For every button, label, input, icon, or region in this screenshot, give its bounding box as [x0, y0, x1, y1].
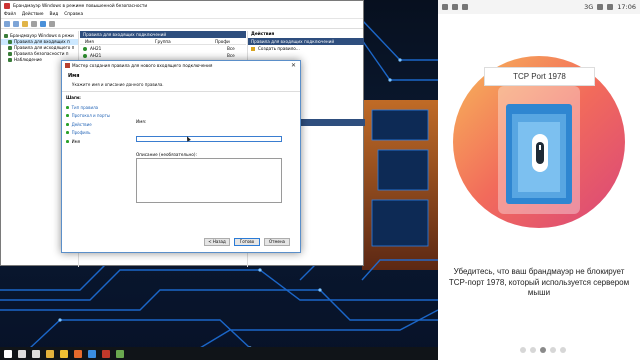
actions-section-header[interactable]: Правила для входящих подключений	[248, 38, 364, 45]
tree-node-icon	[8, 40, 12, 44]
step-bullet-icon	[66, 122, 69, 126]
view-icon[interactable]	[49, 20, 55, 27]
actions-title: Действия	[251, 32, 275, 37]
firewall-app-icon	[4, 3, 10, 9]
taskbar	[0, 347, 438, 360]
menu-file[interactable]: Файл	[4, 12, 16, 17]
step-action[interactable]: Действие	[66, 120, 117, 129]
step-bullet-icon	[66, 114, 69, 118]
app-icon[interactable]	[116, 349, 124, 358]
wizard-steps: Шаги: Тип правила Протокол и порты Дейст…	[62, 93, 117, 254]
back-button[interactable]: < Назад	[204, 238, 230, 246]
finish-button[interactable]: Готово	[234, 238, 260, 246]
folder-icon[interactable]	[60, 349, 68, 358]
tree-node-label: Наблюдение	[14, 57, 43, 62]
forward-arrow-icon[interactable]	[13, 20, 19, 27]
column-profile[interactable]: Профи	[210, 39, 230, 44]
column-headers: Имя Группа Профи	[80, 38, 246, 45]
column-group[interactable]: Группа	[150, 39, 210, 44]
page-dot[interactable]	[560, 347, 566, 353]
tree-node-icon	[8, 52, 12, 56]
firefox-icon[interactable]	[74, 349, 82, 358]
table-row[interactable]: AH21 Все	[80, 52, 246, 59]
wizard-app-icon	[65, 63, 70, 68]
firewall-titlebar[interactable]: Брандмауэр Windows в режиме повышенной б…	[1, 1, 363, 11]
firewall-warning-text: Убедитесь, что ваш брандмауэр не блокиру…	[448, 267, 630, 297]
step-label: Тип правила	[71, 104, 99, 110]
new-rule-wizard-dialog: Мастер создания правила для нового входя…	[61, 60, 301, 253]
firewall-title: Брандмауэр Windows в режиме повышенной б…	[13, 3, 148, 9]
windows-start-icon[interactable]	[4, 349, 12, 358]
phone-device-icon	[498, 86, 580, 214]
wizard-buttons: < Назад Готово Отмена	[204, 238, 290, 246]
rule-profile: Все	[227, 46, 235, 51]
status-bar: 3G 17:06	[438, 0, 640, 14]
step-protocol-ports[interactable]: Протокол и порты	[66, 112, 117, 121]
notification-icon	[462, 4, 468, 10]
toolbar	[1, 19, 363, 29]
name-label: Имя:	[136, 119, 147, 124]
rule-profile: Все	[227, 53, 235, 58]
close-icon[interactable]: ✕	[291, 61, 296, 70]
onboarding-illustration	[453, 56, 625, 228]
page-dot[interactable]	[530, 347, 536, 353]
steps-title: Шаги:	[66, 95, 81, 100]
menu-help[interactable]: Справка	[64, 12, 83, 17]
firewall-icon[interactable]	[102, 349, 110, 358]
step-rule-type[interactable]: Тип правила	[66, 103, 117, 112]
signal-icon	[597, 4, 604, 10]
tree-node-icon	[4, 34, 8, 38]
tcp-port-label: TCP Port 1978	[484, 67, 595, 86]
step-label: Действие	[71, 121, 92, 127]
wizard-subheading: Укажите имя и описание данного правила.	[72, 82, 164, 87]
search-icon[interactable]	[18, 349, 26, 358]
menu-bar: Файл Действие Вид Справка	[1, 11, 363, 19]
network-type: 3G	[584, 3, 594, 11]
wizard-header: Имя Укажите имя и описание данного прави…	[62, 70, 300, 92]
help-icon[interactable]	[40, 20, 46, 27]
properties-icon[interactable]	[31, 20, 37, 27]
rules-pane-header: Правила для входящих подключений	[80, 31, 246, 38]
wizard-title: Мастер создания правила для нового входя…	[72, 63, 213, 68]
chrome-icon[interactable]	[46, 349, 54, 358]
page-dot[interactable]	[550, 347, 556, 353]
phone-screen: 3G 17:06 TCP Port 1978 Убедитесь, что ва…	[438, 0, 640, 360]
step-name[interactable]: Имя	[66, 137, 117, 146]
wizard-form: Имя: Описание (необязательно):	[136, 119, 284, 207]
tree-node-icon	[8, 46, 12, 50]
tree-node-icon	[8, 58, 12, 62]
rule-name: AH21	[90, 53, 102, 58]
back-arrow-icon[interactable]	[4, 20, 10, 27]
folder-icon[interactable]	[22, 20, 28, 27]
step-label: Профиль	[71, 130, 91, 136]
description-label: Описание (необязательно):	[136, 152, 197, 157]
menu-action[interactable]: Действие	[22, 12, 44, 17]
notification-icon	[452, 4, 458, 10]
rule-description-input[interactable]	[136, 158, 282, 203]
store-icon[interactable]	[88, 349, 96, 358]
step-bullet-icon	[66, 105, 69, 109]
step-bullet-icon	[66, 131, 69, 135]
menu-view[interactable]: Вид	[50, 12, 59, 17]
rule-name-input[interactable]	[136, 135, 282, 142]
taskview-icon[interactable]	[32, 349, 40, 358]
notification-icon	[442, 4, 448, 10]
step-profile[interactable]: Профиль	[66, 129, 117, 138]
page-dot[interactable]	[540, 347, 546, 353]
status-time: 17:06	[617, 3, 636, 11]
wizard-heading: Имя	[68, 73, 80, 79]
windows-desktop: КоКамерCamtas StudioCamWinRARWorkinADBVM…	[0, 0, 438, 360]
column-name[interactable]: Имя	[80, 39, 150, 44]
rule-name: AH21	[90, 46, 102, 51]
step-bullet-icon	[66, 139, 69, 143]
page-indicator	[520, 347, 566, 353]
battery-icon	[607, 4, 614, 10]
step-label: Имя	[71, 138, 81, 144]
step-label: Протокол и порты	[71, 113, 111, 119]
new-rule-action[interactable]: Создать правило...	[248, 45, 364, 52]
page-dot[interactable]	[520, 347, 526, 353]
table-row[interactable]: AH21 Все	[80, 45, 246, 52]
wizard-titlebar[interactable]: Мастер создания правила для нового входя…	[62, 61, 300, 70]
cancel-button[interactable]: Отмена	[264, 238, 290, 246]
